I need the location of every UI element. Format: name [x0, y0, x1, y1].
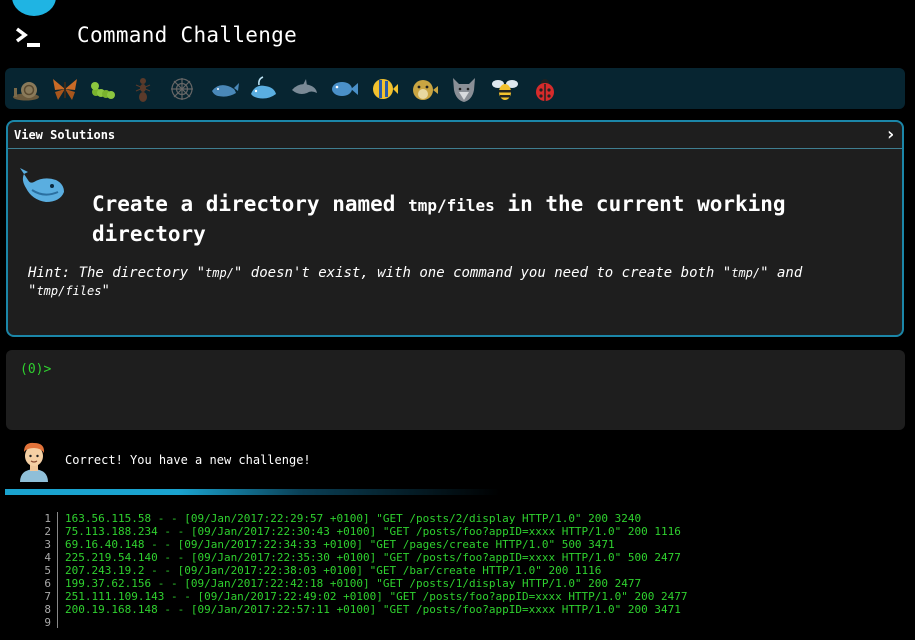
level-bar [5, 68, 905, 109]
feedback-message: Correct! You have a new challenge! [65, 453, 311, 467]
line-number: 9 [44, 616, 51, 629]
challenge-title-text: Create a directory named [92, 192, 409, 216]
file-line: 75.113.188.234 - - [09/Jan/2017:22:30:43… [65, 525, 681, 538]
challenge-title: Create a directory named tmp/files in th… [92, 190, 872, 248]
file-line: 163.56.115.58 - - [09/Jan/2017:22:29:57 … [65, 512, 642, 525]
line-number: 3 [44, 538, 51, 551]
line-number: 1 [44, 512, 51, 525]
line-number: 7 [44, 590, 51, 603]
chevron-right-icon[interactable]: › [885, 124, 896, 145]
line-number-gutter: 123456789 [20, 512, 58, 629]
tropical-fish-icon [373, 79, 398, 99]
whale-spouting-icon [18, 162, 68, 212]
whale-spouting-icon [251, 76, 276, 99]
hint-text-4: " [101, 283, 110, 299]
level-tropical-fish[interactable] [369, 74, 399, 104]
butterfly-icon [53, 79, 77, 100]
level-butterfly[interactable] [50, 74, 80, 104]
dolphin-icon [292, 79, 317, 94]
file-line [65, 616, 905, 629]
file-viewer: 123456789 163.56.115.58 - - [09/Jan/2017… [0, 510, 915, 630]
terminal-prompt-icon [14, 26, 44, 50]
file-line: 69.16.40.148 - - [09/Jan/2017:22:34:33 +… [65, 538, 615, 551]
fish-icon [332, 82, 358, 96]
level-ant[interactable] [128, 74, 158, 104]
hint-text-2: " doesn't exist, with one command you ne… [233, 265, 732, 281]
level-spider-web[interactable] [167, 74, 197, 104]
file-line: 207.243.19.2 - - [09/Jan/2017:22:38:03 +… [65, 564, 602, 577]
view-solutions-link[interactable]: View Solutions [14, 128, 115, 142]
whale-icon [212, 83, 239, 97]
file-content: 163.56.115.58 - - [09/Jan/2017:22:29:57 … [65, 512, 905, 629]
snail-icon [13, 82, 39, 101]
line-number: 5 [44, 564, 51, 577]
terminal-input[interactable] [56, 358, 886, 380]
level-whale-spouting[interactable] [249, 74, 279, 104]
hint-text-1: Hint: The directory " [28, 265, 206, 281]
terminal[interactable]: (0)> [6, 350, 905, 430]
challenge-title-code: tmp/files [408, 196, 495, 215]
app-title: Command Challenge [77, 23, 298, 47]
line-number: 4 [44, 551, 51, 564]
level-fish[interactable] [329, 74, 359, 104]
caterpillar-icon [91, 82, 115, 99]
file-line: 251.111.109.143 - - [09/Jan/2017:22:49:0… [65, 590, 688, 603]
challenge-panel: View Solutions › Create a directory name… [6, 120, 904, 337]
view-solutions-bar[interactable]: View Solutions › [8, 122, 902, 149]
level-bee[interactable] [490, 74, 520, 104]
terminal-prompt: (0)> [20, 362, 52, 377]
file-line: 225.219.54.140 - - [09/Jan/2017:22:35:30… [65, 551, 681, 564]
wolf-icon [453, 78, 475, 102]
person-avatar-icon [16, 440, 52, 482]
level-dolphin[interactable] [289, 74, 319, 104]
hint-code-2: tmp/ [731, 266, 761, 280]
level-caterpillar[interactable] [89, 74, 119, 104]
level-whale[interactable] [210, 74, 240, 104]
line-number: 8 [44, 603, 51, 616]
file-line: 199.37.62.156 - - [09/Jan/2017:22:42:18 … [65, 577, 642, 590]
file-line: 200.19.168.148 - - [09/Jan/2017:22:57:11… [65, 603, 681, 616]
hint-code-3: tmp/files [36, 284, 102, 298]
spider-web-icon [171, 78, 193, 100]
pufferfish-icon [413, 80, 438, 100]
level-snail[interactable] [11, 74, 41, 104]
bee-icon [492, 80, 518, 100]
line-number: 6 [44, 577, 51, 590]
ant-icon [135, 78, 151, 102]
level-pufferfish[interactable] [409, 74, 439, 104]
level-wolf[interactable] [449, 74, 479, 104]
progress-bar [5, 489, 905, 495]
level-ladybug[interactable] [530, 74, 560, 104]
app-header: Command Challenge [0, 18, 915, 58]
line-number: 2 [44, 525, 51, 538]
top-accent-shape [12, 0, 56, 16]
feedback-row: Correct! You have a new challenge! [0, 438, 915, 488]
ladybug-icon [536, 79, 554, 101]
progress-bar-fill [5, 489, 500, 495]
challenge-hint: Hint: The directory "tmp/" doesn't exist… [28, 264, 888, 300]
hint-code-1: tmp/ [205, 266, 234, 280]
